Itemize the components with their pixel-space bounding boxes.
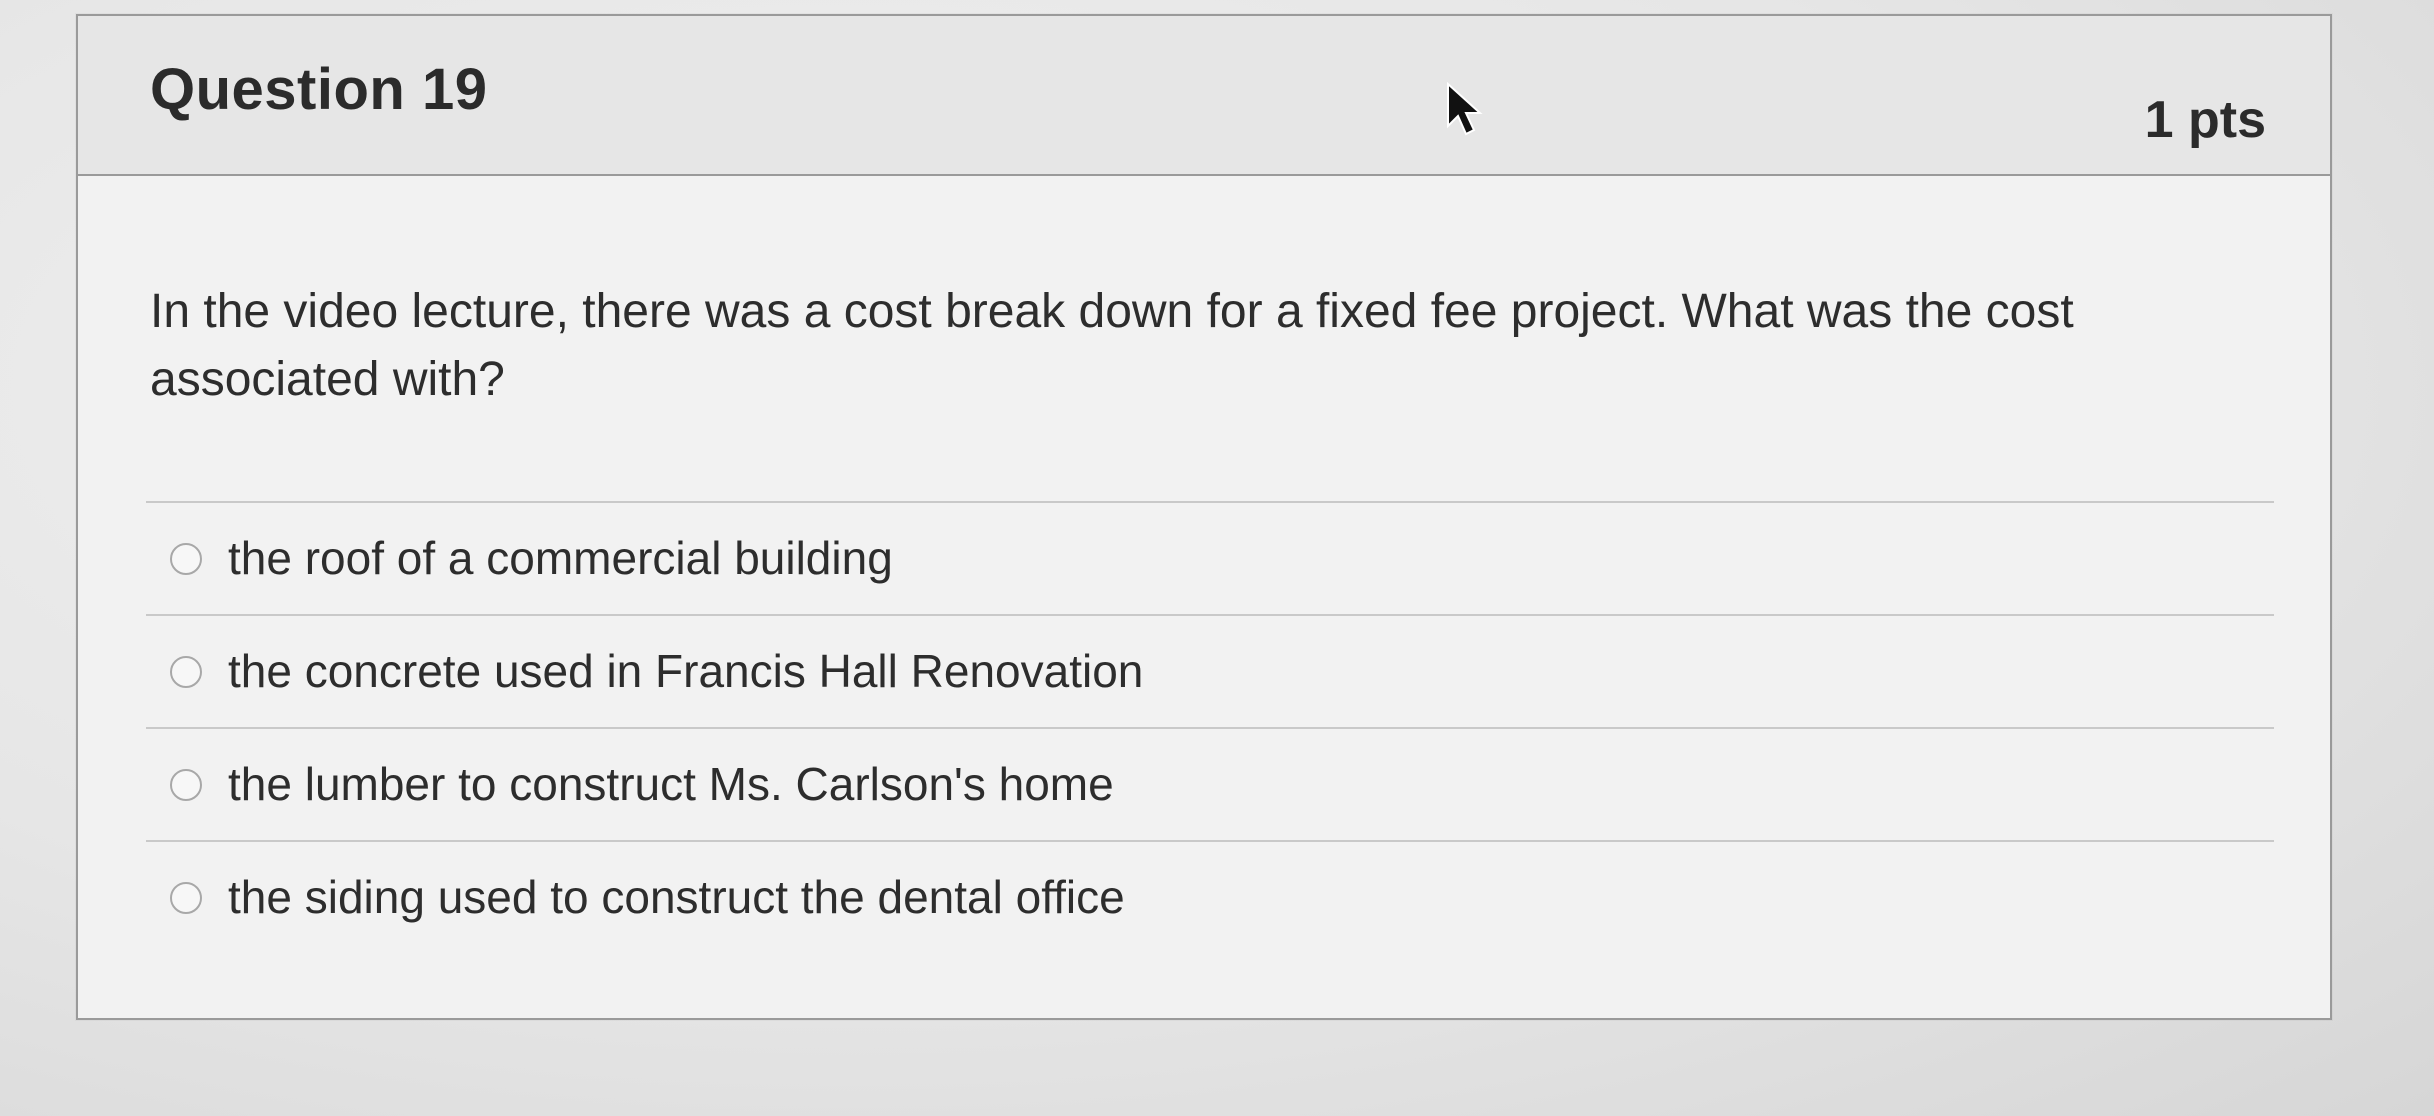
radio-button-icon[interactable] — [170, 656, 202, 688]
answer-option-4[interactable]: the siding used to construct the dental … — [146, 840, 2274, 953]
question-points: 1 pts — [2144, 91, 2266, 149]
answer-label[interactable]: the siding used to construct the dental … — [228, 870, 1125, 924]
radio-button-icon[interactable] — [170, 882, 202, 914]
mouse-pointer-icon — [1447, 82, 1483, 136]
answer-label[interactable]: the concrete used in Francis Hall Renova… — [228, 644, 1143, 698]
answer-label[interactable]: the lumber to construct Ms. Carlson's ho… — [228, 757, 1114, 811]
radio-button-icon[interactable] — [170, 769, 202, 801]
question-header: Question 19 1 pts — [78, 16, 2330, 176]
radio-button-icon[interactable] — [170, 543, 202, 575]
answer-option-3[interactable]: the lumber to construct Ms. Carlson's ho… — [146, 727, 2274, 840]
question-text: In the video lecture, there was a cost b… — [150, 285, 2074, 406]
answer-option-1[interactable]: the roof of a commercial building — [146, 501, 2274, 614]
answer-option-2[interactable]: the concrete used in Francis Hall Renova… — [146, 614, 2274, 727]
answer-label[interactable]: the roof of a commercial building — [228, 531, 893, 585]
question-card: Question 19 1 pts In the video lecture, … — [76, 14, 2332, 1020]
answer-list: the roof of a commercial building the co… — [146, 501, 2274, 953]
question-title: Question 19 — [150, 57, 488, 122]
